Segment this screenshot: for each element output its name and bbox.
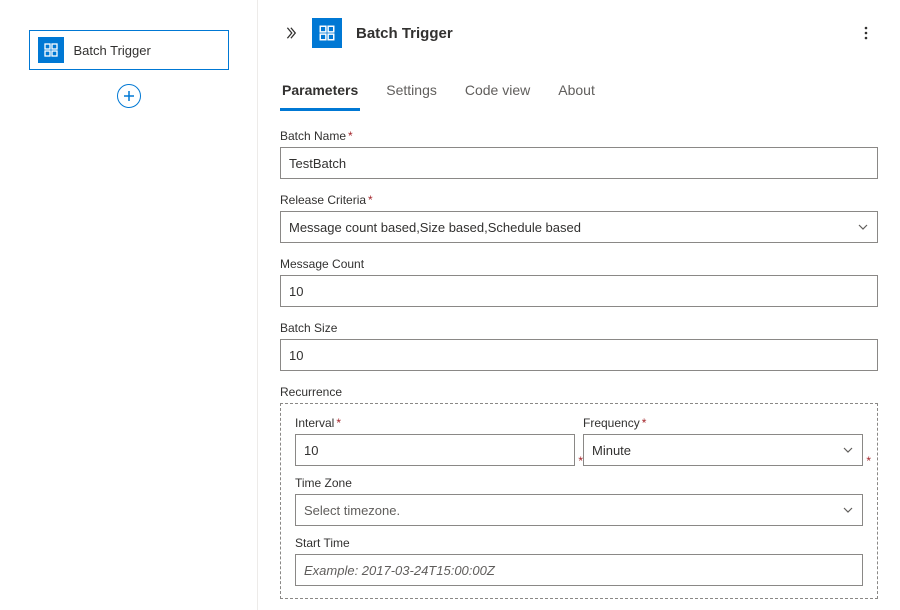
collapse-panel-button[interactable] (280, 23, 300, 43)
time-zone-label: Time Zone (295, 476, 863, 490)
batch-size-label: Batch Size (280, 321, 878, 335)
frequency-value: Minute (592, 443, 631, 458)
interval-label: Interval* (295, 416, 575, 430)
batch-trigger-icon (38, 37, 64, 63)
interval-input[interactable] (295, 434, 575, 466)
panel-tabs: Parameters Settings Code view About (258, 74, 900, 111)
message-count-label: Message Count (280, 257, 878, 271)
batch-name-input[interactable] (280, 147, 878, 179)
start-time-label: Start Time (295, 536, 863, 550)
more-menu-button[interactable] (854, 21, 878, 45)
tab-parameters[interactable]: Parameters (280, 74, 360, 111)
properties-panel: Batch Trigger Parameters Settings Code v… (258, 0, 900, 610)
frequency-select[interactable]: Minute (583, 434, 863, 466)
time-zone-select[interactable]: Select timezone. (295, 494, 863, 526)
recurrence-group: Interval* * Frequency* Minute (280, 403, 878, 599)
start-time-input[interactable] (295, 554, 863, 586)
release-criteria-label: Release Criteria* (280, 193, 878, 207)
release-criteria-value: Message count based,Size based,Schedule … (289, 220, 581, 235)
tab-settings[interactable]: Settings (384, 74, 439, 111)
required-marker-icon: * (866, 454, 871, 468)
message-count-input[interactable] (280, 275, 878, 307)
frequency-label: Frequency* (583, 416, 863, 430)
tab-about[interactable]: About (556, 74, 597, 111)
panel-header: Batch Trigger (258, 0, 900, 58)
panel-title: Batch Trigger (356, 25, 854, 42)
chevron-down-icon (842, 444, 854, 456)
batch-trigger-icon (312, 18, 342, 48)
add-step-button[interactable] (117, 84, 141, 108)
time-zone-placeholder: Select timezone. (304, 503, 400, 518)
release-criteria-select[interactable]: Message count based,Size based,Schedule … (280, 211, 878, 243)
recurrence-label: Recurrence (280, 385, 878, 399)
chevron-down-icon (857, 221, 869, 233)
trigger-node-label: Batch Trigger (74, 43, 151, 58)
batch-size-input[interactable] (280, 339, 878, 371)
trigger-node[interactable]: Batch Trigger (29, 30, 229, 70)
tab-code-view[interactable]: Code view (463, 74, 532, 111)
parameters-form: Batch Name* Release Criteria* Message co… (258, 111, 900, 610)
batch-name-label: Batch Name* (280, 129, 878, 143)
chevron-down-icon (842, 504, 854, 516)
designer-canvas: Batch Trigger (0, 0, 258, 610)
